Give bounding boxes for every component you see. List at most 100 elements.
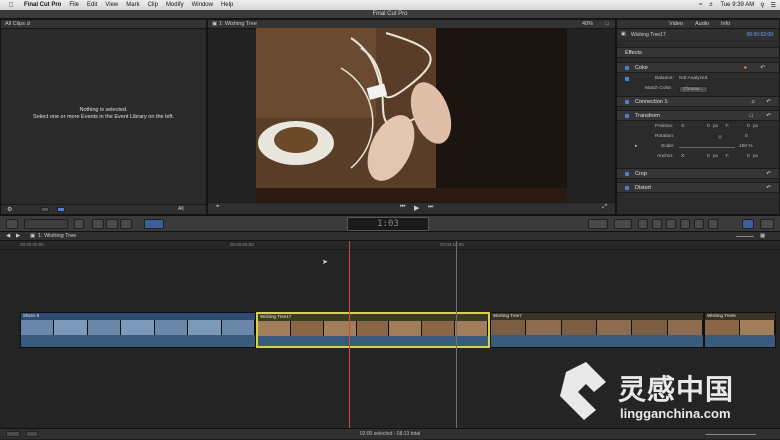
clip-appearance-icon[interactable]: ▦ bbox=[760, 232, 765, 241]
back-arrow-icon[interactable]: ◀ bbox=[6, 232, 10, 241]
tab-video[interactable]: Video bbox=[669, 20, 683, 29]
section-color[interactable]: Color ● ↶ bbox=[617, 62, 779, 73]
project-icon: ▣ bbox=[30, 233, 36, 239]
forward-arrow-icon[interactable]: ▶ bbox=[16, 232, 20, 241]
effects-browser-button[interactable] bbox=[588, 219, 608, 229]
scale-value[interactable]: 100 % bbox=[739, 144, 753, 149]
transform-tools-icon[interactable]: ⌖ bbox=[216, 204, 219, 211]
apple-menu-icon[interactable]:  bbox=[6, 2, 16, 9]
menu-file[interactable]: File bbox=[69, 2, 79, 8]
menu-help[interactable]: Help bbox=[221, 2, 233, 8]
theme-browser-button[interactable] bbox=[708, 219, 718, 229]
inspector: Video Audio Info ▣ Wishing Tree17 00:00:… bbox=[616, 19, 780, 215]
tab-audio[interactable]: Audio bbox=[695, 20, 709, 29]
rotation-value[interactable]: 0 bbox=[745, 134, 748, 139]
timeline-clip-selected[interactable]: Wishing Tree17 bbox=[256, 312, 490, 348]
watermark-logo-icon bbox=[560, 362, 606, 420]
list-view-icon[interactable] bbox=[57, 207, 65, 212]
distort-checkbox[interactable] bbox=[625, 186, 629, 190]
section-distort[interactable]: Distort ↶ bbox=[617, 182, 779, 193]
section-effects[interactable]: Effects bbox=[617, 47, 779, 58]
filmstrip-view-icon[interactable] bbox=[41, 207, 49, 212]
menu-mark[interactable]: Mark bbox=[126, 2, 139, 8]
event-library-toggle-icon[interactable] bbox=[6, 431, 20, 437]
scale-slider[interactable] bbox=[679, 147, 735, 148]
section-crop[interactable]: Crop ↶ bbox=[617, 168, 779, 179]
keyword-button[interactable] bbox=[74, 219, 84, 229]
section-transform[interactable]: Transform □ ↶ bbox=[617, 110, 779, 121]
reset-crop-icon[interactable]: ↶ bbox=[766, 169, 771, 179]
expand-triangle-icon[interactable]: ▸ bbox=[635, 144, 637, 149]
clip-name: Wishing Tree5 bbox=[707, 313, 736, 318]
match-color-row: Match Color: Choose... bbox=[617, 86, 779, 94]
clip-thumbnails bbox=[491, 320, 703, 335]
position-x-label: X: bbox=[681, 124, 686, 129]
list-icon[interactable]: ☰ bbox=[771, 2, 776, 9]
transitions-browser-button[interactable] bbox=[638, 219, 648, 229]
select-tool-button[interactable] bbox=[144, 219, 164, 229]
menu-clip[interactable]: Clip bbox=[148, 2, 158, 8]
reset-transform-icon[interactable]: ↶ bbox=[766, 111, 771, 121]
search-icon[interactable]: ⚲ bbox=[760, 2, 764, 9]
reset-connection-icon[interactable]: ↶ bbox=[766, 97, 771, 107]
event-library-button[interactable] bbox=[24, 219, 68, 229]
onscreen-control-icon[interactable]: □ bbox=[750, 111, 753, 121]
photo-browser-button[interactable] bbox=[652, 219, 662, 229]
color-board-icon[interactable]: ● bbox=[744, 63, 747, 73]
anchor-x-value[interactable]: 0 bbox=[707, 154, 710, 159]
viewer-zoom[interactable]: 40% bbox=[582, 20, 593, 29]
choose-button[interactable]: Choose... bbox=[679, 86, 708, 93]
enhance-button[interactable] bbox=[614, 219, 632, 229]
fullscreen-icon[interactable]: ⤢ bbox=[602, 204, 607, 211]
inspector-button[interactable] bbox=[742, 219, 754, 229]
menu-window[interactable]: Window bbox=[192, 2, 213, 8]
share-button[interactable] bbox=[760, 219, 774, 229]
section-connection[interactable]: Connection 1: ♫ ↶ bbox=[617, 96, 779, 107]
anchor-y-value[interactable]: 0 bbox=[747, 154, 750, 159]
timeline-zoom-slider[interactable] bbox=[706, 434, 756, 435]
position-x-value[interactable]: 0 bbox=[707, 124, 710, 129]
music-browser-button[interactable] bbox=[666, 219, 676, 229]
zoom-slider[interactable] bbox=[736, 236, 754, 237]
title-browser-button[interactable] bbox=[680, 219, 690, 229]
connection-checkbox[interactable] bbox=[625, 100, 629, 104]
menu-view[interactable]: View bbox=[105, 2, 118, 8]
rotation-dial-icon[interactable] bbox=[717, 134, 723, 140]
balance-checkbox[interactable] bbox=[625, 77, 629, 81]
generator-browser-button[interactable] bbox=[694, 219, 704, 229]
next-frame-icon[interactable]: ⏭ bbox=[428, 204, 433, 211]
enable-checkbox[interactable] bbox=[625, 66, 629, 70]
timeline-clip[interactable]: Shims 8 bbox=[20, 312, 256, 348]
connect-clip-button[interactable] bbox=[92, 219, 104, 229]
menu-edit[interactable]: Edit bbox=[87, 2, 97, 8]
playhead[interactable] bbox=[349, 241, 350, 428]
menu-app-name[interactable]: Final Cut Pro bbox=[24, 2, 61, 8]
menu-modify[interactable]: Modify bbox=[166, 2, 184, 8]
browser-title[interactable]: All Clips bbox=[5, 21, 25, 27]
import-button[interactable] bbox=[6, 219, 18, 229]
audio-meters-icon[interactable] bbox=[26, 431, 38, 437]
audio-enhance-icon[interactable]: ♫ bbox=[751, 97, 755, 107]
reset-distort-icon[interactable]: ↶ bbox=[766, 183, 771, 193]
append-clip-button[interactable] bbox=[120, 219, 132, 229]
reset-icon[interactable]: ↶ bbox=[760, 63, 765, 73]
timeline-clip[interactable]: Wishing Tree7 bbox=[490, 312, 704, 348]
dashboard-timecode[interactable]: 1:03 bbox=[347, 217, 429, 231]
inspector-tabs: Video Audio Info bbox=[617, 20, 779, 29]
view-options-icon[interactable]: □ bbox=[606, 20, 609, 29]
browser-duration-label[interactable]: All bbox=[178, 206, 184, 212]
insert-clip-button[interactable] bbox=[106, 219, 118, 229]
wifi-icon[interactable]: ≈ bbox=[699, 2, 702, 8]
crop-checkbox[interactable] bbox=[625, 172, 629, 176]
timeline-ruler[interactable]: 00:00:00:00 00:00:05:00 00:00:10:00 bbox=[0, 241, 780, 250]
menu-clock[interactable]: Tue 9:39 AM bbox=[720, 2, 754, 8]
gear-icon[interactable]: ⚙ bbox=[7, 206, 12, 213]
tab-info[interactable]: Info bbox=[721, 20, 730, 29]
previous-frame-icon[interactable]: ⏮ bbox=[400, 204, 405, 211]
transform-checkbox[interactable] bbox=[625, 114, 629, 118]
play-icon[interactable]: ▶ bbox=[414, 204, 419, 212]
position-y-value[interactable]: 0 bbox=[747, 124, 750, 129]
timeline-clip[interactable]: Wishing Tree5 bbox=[704, 312, 776, 348]
chevron-icon[interactable]: ⇵ bbox=[26, 21, 30, 27]
volume-icon[interactable]: ♬ bbox=[708, 2, 714, 8]
